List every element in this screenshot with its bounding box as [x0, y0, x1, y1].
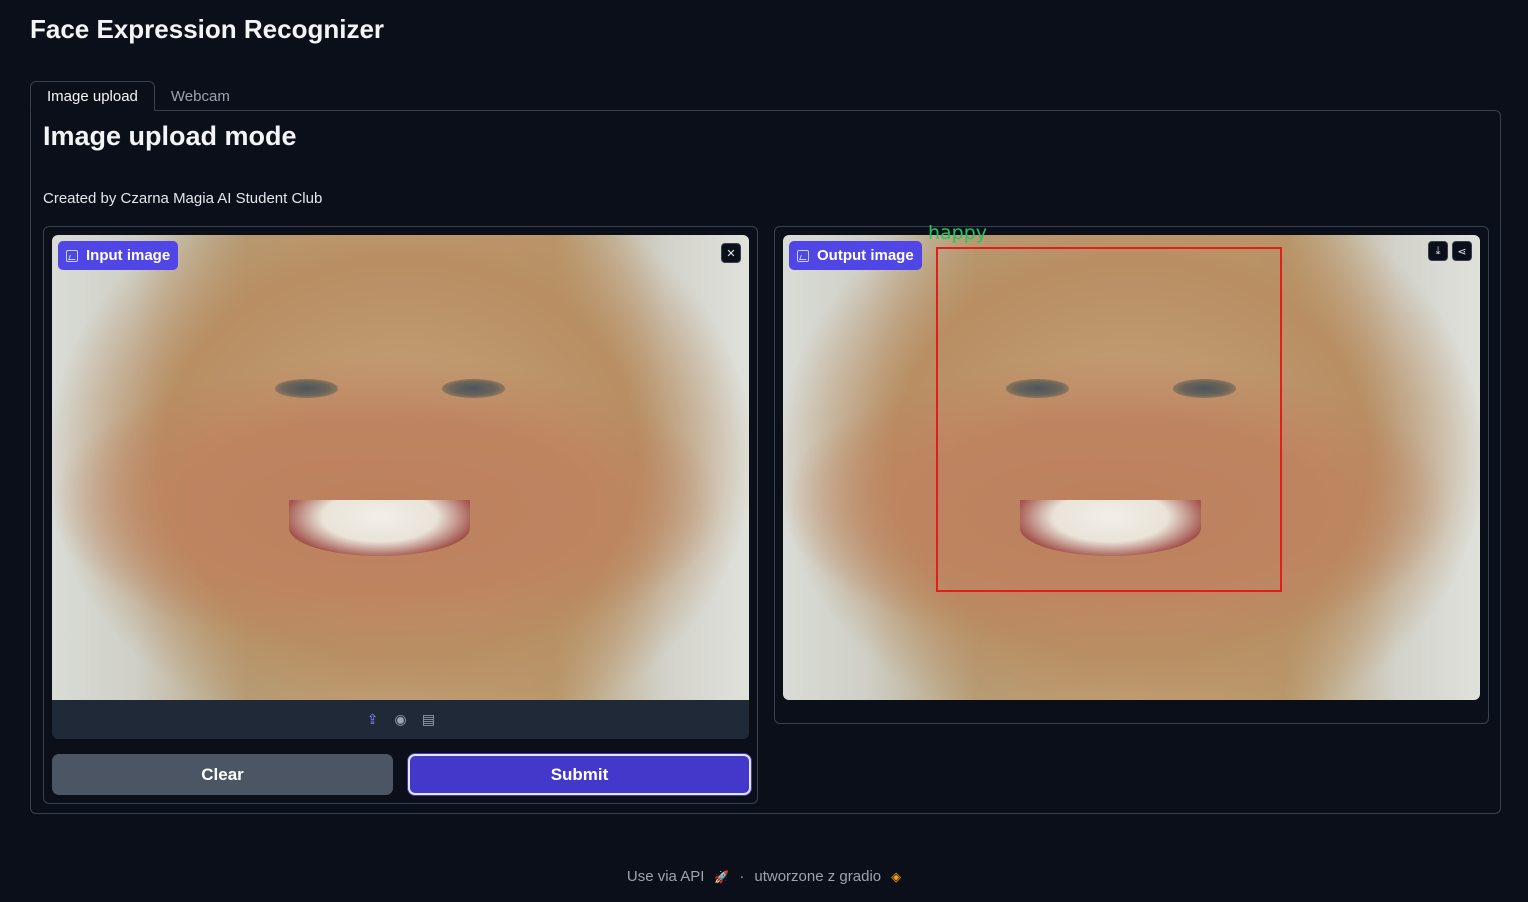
face-bounding-box — [936, 247, 1282, 592]
credit-text: Created by Czarna Magia AI Student Club — [43, 190, 323, 207]
share-icon[interactable]: ⋖ — [1452, 241, 1472, 261]
photo-eye-left — [275, 379, 338, 398]
app-title: Face Expression Recognizer — [30, 14, 385, 44]
footer-separator: · — [739, 868, 745, 885]
image-icon — [66, 249, 78, 262]
gradio-logo-icon: ◈ — [891, 868, 902, 884]
tab-panel-image-upload: Image upload mode Created by Czarna Magi… — [30, 110, 1501, 814]
rocket-icon: 🚀 — [714, 869, 730, 884]
clipboard-icon[interactable]: ▤ — [421, 711, 437, 728]
input-source-toolbar: ⇪ ◉ ▤ — [52, 700, 749, 739]
expression-label: happy — [928, 222, 988, 244]
output-image-frame: Output image ⤓ ⋖ — [783, 235, 1480, 700]
image-icon — [797, 249, 809, 262]
input-photo — [52, 235, 749, 700]
download-icon[interactable]: ⤓ — [1428, 241, 1448, 261]
input-image-label: Input image — [58, 241, 179, 270]
clear-button[interactable]: Clear — [52, 754, 393, 795]
tab-image-upload[interactable]: Image upload — [30, 81, 155, 111]
gradio-link[interactable]: utworzone z gradio — [754, 868, 881, 885]
input-image-frame[interactable]: Input image ✕ — [52, 235, 749, 700]
photo-mouth — [288, 500, 471, 556]
output-image-label-text: Output image — [817, 247, 914, 264]
output-image-panel: Output image ⤓ ⋖ happy — [774, 222, 1489, 724]
submit-button[interactable]: Submit — [408, 754, 751, 795]
webcam-icon[interactable]: ◉ — [393, 711, 409, 728]
input-image-label-text: Input image — [86, 247, 171, 264]
tab-webcam[interactable]: Webcam — [155, 81, 246, 111]
api-link[interactable]: Use via API — [627, 868, 705, 885]
footer: Use via API 🚀 · utworzone z gradio ◈ — [0, 868, 1528, 885]
input-image-panel: Input image ✕ ⇪ ◉ ▤ Clear Submit — [43, 226, 758, 804]
tab-bar: Image upload Webcam — [30, 81, 246, 111]
photo-eye-right — [442, 379, 506, 398]
page-title: Image upload mode — [43, 121, 297, 151]
close-icon[interactable]: ✕ — [721, 243, 741, 263]
upload-icon[interactable]: ⇪ — [365, 711, 381, 728]
output-image-label: Output image — [789, 241, 922, 270]
